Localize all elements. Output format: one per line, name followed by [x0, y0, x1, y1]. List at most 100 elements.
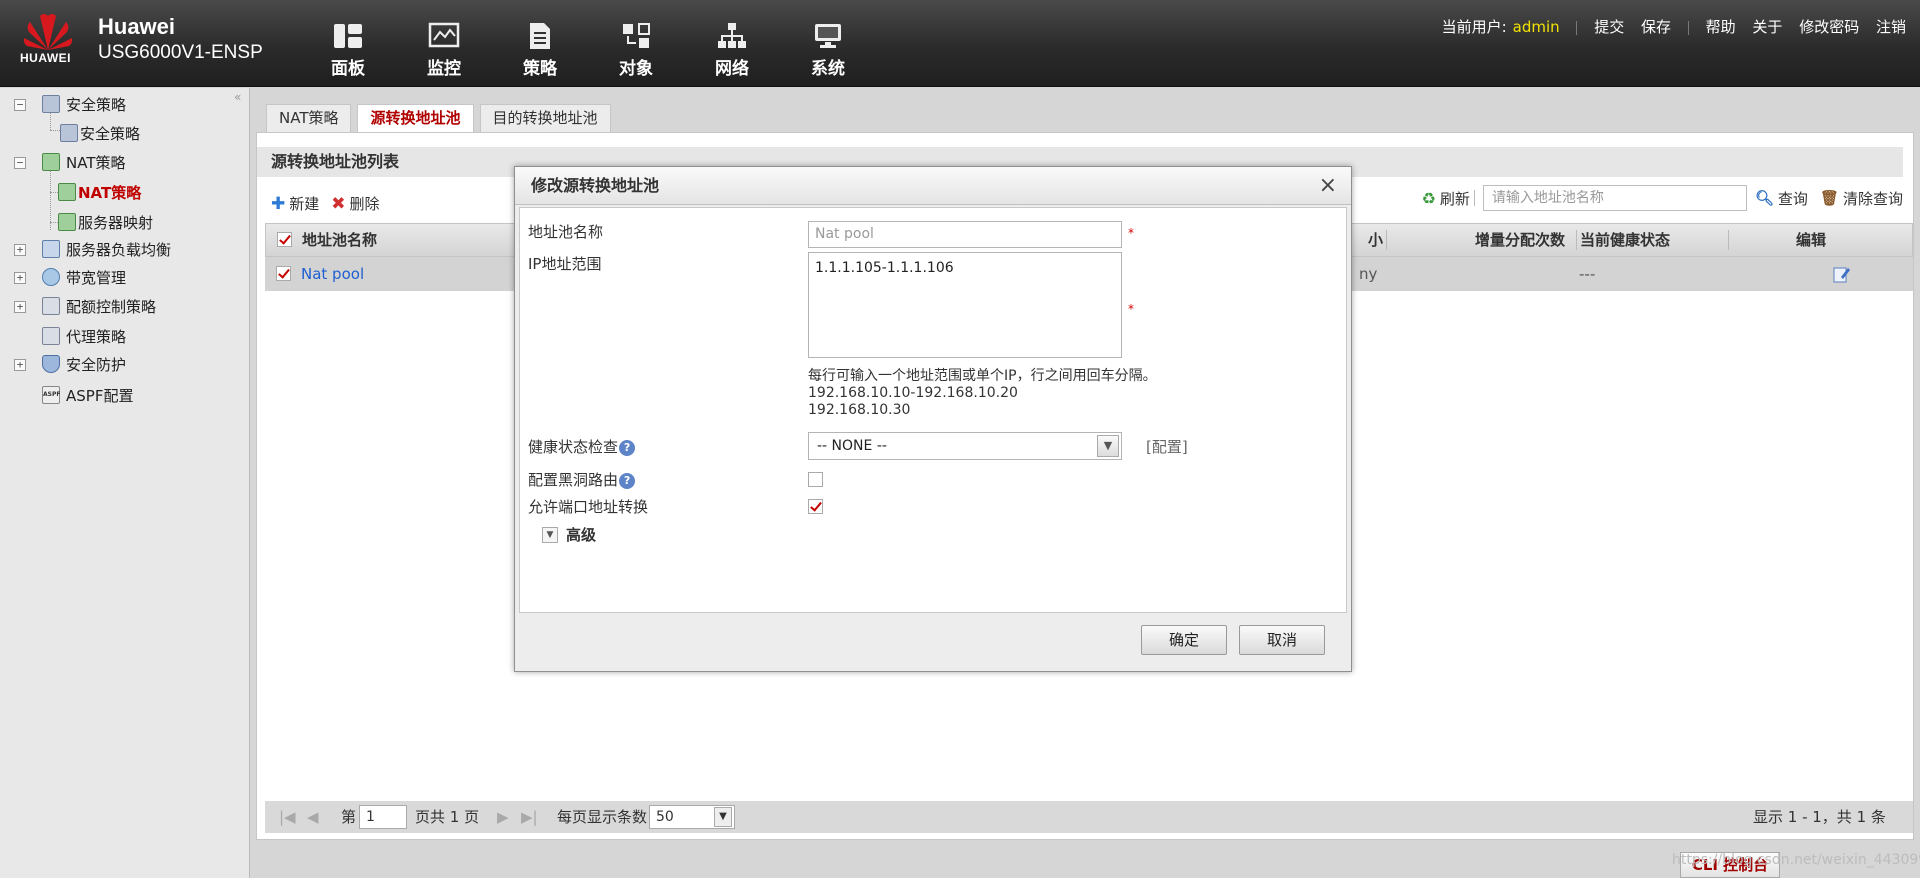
blackhole-route-text: 配置黑洞路由 — [528, 471, 618, 489]
nav-system[interactable]: 系统 — [780, 0, 876, 87]
sidebar-item-security-policy[interactable]: 安全策略 — [42, 92, 126, 116]
tab-source-nat-pool[interactable]: 源转换地址池 — [357, 104, 473, 132]
column-header-name[interactable]: 地址池名称 — [302, 224, 377, 256]
page-number-input[interactable]: 1 — [359, 805, 407, 829]
select-all-checkbox[interactable] — [277, 232, 292, 247]
nav-label: 面板 — [331, 59, 365, 79]
sidebar-item-security-policy-sub[interactable]: 安全策略 — [60, 121, 140, 145]
clear-query-icon: 🗑︎ — [1820, 189, 1839, 207]
column-header-health[interactable]: 当前健康状态 — [1580, 224, 1670, 256]
ip-range-textarea[interactable]: 1.1.1.105-1.1.1.106 — [808, 252, 1122, 358]
help-link[interactable]: 帮助 — [1706, 18, 1736, 36]
submit-link[interactable]: 提交 — [1594, 18, 1624, 36]
nav-label: 网络 — [715, 59, 749, 79]
delete-button[interactable]: ✖ 删除 — [331, 193, 379, 214]
nat-policy-icon — [42, 153, 60, 171]
sidebar-item-proxy[interactable]: 代理策略 — [42, 324, 126, 348]
last-page-icon[interactable]: ▶| — [521, 801, 538, 833]
clear-query-label: 清除查询 — [1843, 188, 1903, 209]
refresh-button[interactable]: ♻ 刷新 — [1422, 188, 1470, 209]
tab-dest-nat-pool[interactable]: 目的转换地址池 — [480, 104, 611, 132]
cancel-button[interactable]: 取消 — [1239, 625, 1325, 655]
tab-bar: NAT策略 源转换地址池 目的转换地址池 — [266, 104, 617, 132]
logout-link[interactable]: 注销 — [1876, 18, 1906, 36]
policy-icon — [524, 22, 556, 50]
tree-expand-toggle[interactable]: + — [14, 301, 26, 313]
column-header-incr-alloc[interactable]: 增量分配次数 — [1475, 224, 1565, 256]
aspf-icon: ASPF — [42, 386, 60, 404]
current-user-label: 当前用户: — [1442, 18, 1507, 36]
server-lb-icon — [42, 240, 60, 258]
column-divider — [1386, 230, 1387, 250]
quota-icon — [42, 297, 60, 315]
plus-icon: ✚ — [271, 194, 285, 214]
clear-query-button[interactable]: 🗑︎ 清除查询 — [1820, 188, 1903, 209]
next-page-icon[interactable]: ▶ — [497, 801, 509, 833]
change-password-link[interactable]: 修改密码 — [1799, 18, 1859, 36]
nav-object[interactable]: 对象 — [588, 0, 684, 87]
user-menu: 当前用户:admin 提交 保存 帮助 关于 修改密码 注销 — [1442, 16, 1906, 37]
tree-expand-toggle[interactable]: + — [14, 244, 26, 256]
nav-monitor[interactable]: 监控 — [396, 0, 492, 87]
top-header: HUAWEI Huawei USG6000V1-ENSP 面板 监控 策略 对象… — [0, 0, 1920, 87]
tree-collapse-toggle[interactable]: − — [14, 99, 26, 111]
health-status-cell: --- — [1579, 257, 1595, 291]
tree-collapse-toggle[interactable]: − — [14, 157, 26, 169]
refresh-icon: ♻ — [1422, 189, 1436, 208]
sidebar-item-aspf[interactable]: ASPF ASPF配置 — [42, 383, 133, 407]
about-link[interactable]: 关于 — [1752, 18, 1782, 36]
first-page-icon[interactable]: |◀ — [279, 801, 296, 833]
brand-name: Huawei — [98, 14, 263, 40]
nav-network[interactable]: 网络 — [684, 0, 780, 87]
proxy-icon — [42, 327, 60, 345]
sidebar-item-server-lb[interactable]: 服务器负载均衡 — [42, 237, 171, 261]
query-button[interactable]: 🔍︎ 查询 — [1755, 188, 1808, 209]
save-link[interactable]: 保存 — [1641, 18, 1671, 36]
pagination-bar: |◀ ◀ 第 1 页共 1 页 ▶ ▶| 每页显示条数 50 ▼ 显示 1 - … — [265, 801, 1913, 833]
nav-dashboard[interactable]: 面板 — [300, 0, 396, 87]
sidebar-item-label: 带宽管理 — [66, 267, 126, 288]
configure-health-check-link[interactable]: [配置] — [1146, 436, 1188, 457]
sidebar-item-nat-policy-sub[interactable]: NAT策略 — [58, 180, 141, 204]
prev-page-icon[interactable]: ◀ — [307, 801, 319, 833]
column-header-size[interactable]: 小 — [1368, 224, 1383, 256]
advanced-label: 高级 — [566, 524, 596, 545]
tab-nat-policy[interactable]: NAT策略 — [266, 104, 351, 132]
blackhole-route-checkbox[interactable] — [808, 472, 823, 487]
nav-policy[interactable]: 策略 — [492, 0, 588, 87]
health-check-value: -- NONE -- — [817, 438, 887, 454]
help-icon[interactable]: ? — [619, 440, 635, 456]
advanced-section-toggle[interactable]: ▼ 高级 — [542, 524, 596, 545]
port-nat-label: 允许端口地址转换 — [528, 496, 648, 517]
tree-expand-toggle[interactable]: + — [14, 272, 26, 284]
new-label: 新建 — [289, 193, 319, 214]
collapse-sidebar-icon[interactable]: « — [234, 90, 241, 104]
dialog-title: 修改源转换地址池 — [515, 167, 1351, 205]
sidebar-item-label: ASPF配置 — [66, 385, 133, 406]
edit-icon[interactable] — [1833, 265, 1851, 283]
sidebar-item-security-protection[interactable]: 安全防护 — [42, 352, 126, 376]
pool-name-field[interactable]: Nat pool — [808, 221, 1122, 248]
sidebar-item-server-mapping[interactable]: 服务器映射 — [58, 210, 153, 234]
tree-expand-toggle[interactable]: + — [14, 359, 26, 371]
port-nat-checkbox[interactable] — [808, 499, 823, 514]
bandwidth-icon — [42, 268, 60, 286]
sidebar-item-quota[interactable]: 配额控制策略 — [42, 294, 156, 318]
object-icon — [620, 22, 652, 50]
page-total: 页共 1 页 — [415, 801, 479, 833]
ok-button[interactable]: 确定 — [1141, 625, 1227, 655]
sidebar-item-bandwidth[interactable]: 带宽管理 — [42, 265, 126, 289]
health-check-select[interactable]: -- NONE -- ▼ — [808, 432, 1122, 460]
pool-name-link[interactable]: Nat pool — [301, 257, 364, 291]
close-icon[interactable]: × — [1319, 167, 1337, 205]
per-page-select[interactable]: 50 ▼ — [649, 805, 735, 829]
sidebar-tree: « − 安全策略 安全策略 − NAT策略 NAT策略 服务器映射 + 服务器负… — [0, 88, 250, 878]
sidebar-item-label: 安全策略 — [80, 123, 140, 144]
row-checkbox[interactable] — [276, 266, 291, 281]
blackhole-route-label: 配置黑洞路由? — [528, 469, 635, 490]
help-icon[interactable]: ? — [619, 473, 635, 489]
new-button[interactable]: ✚ 新建 — [271, 193, 319, 214]
health-check-text: 健康状态检查 — [528, 438, 618, 456]
sidebar-item-nat-policy[interactable]: NAT策略 — [42, 150, 125, 174]
pool-name-search-input[interactable] — [1483, 185, 1747, 211]
